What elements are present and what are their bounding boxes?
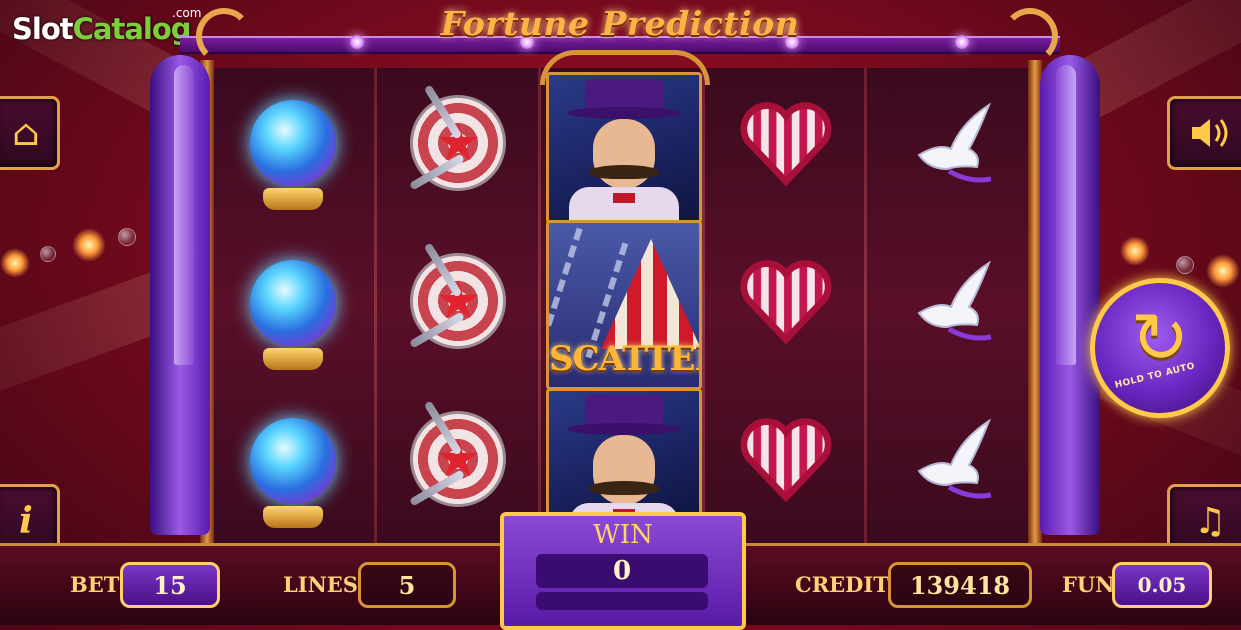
slotcatalog-watermark: SlotCatalog .com bbox=[12, 6, 202, 46]
symbol-scatter: SCATTER bbox=[546, 220, 702, 390]
left-curtain bbox=[140, 55, 220, 535]
top-arch-ornament bbox=[540, 50, 710, 85]
right-curtain bbox=[1030, 55, 1110, 535]
win-sub-bar bbox=[536, 592, 708, 610]
speaker-icon bbox=[1192, 119, 1228, 147]
symbol-crystal-ball bbox=[212, 228, 374, 378]
bet-label: BET bbox=[70, 572, 120, 597]
sound-button[interactable] bbox=[1167, 96, 1241, 170]
bokeh-light bbox=[72, 228, 106, 262]
bokeh-light bbox=[1206, 254, 1240, 288]
home-button[interactable]: ⌂ bbox=[0, 96, 60, 170]
bubble bbox=[118, 228, 136, 246]
bokeh-light bbox=[0, 248, 30, 278]
symbol-white-dove bbox=[868, 68, 1030, 218]
symbol-magician bbox=[546, 388, 702, 518]
music-note-icon: ♫ bbox=[1193, 500, 1227, 542]
symbol-crystal-ball bbox=[212, 68, 374, 218]
symbol-dart-target: ★ bbox=[377, 68, 539, 218]
symbol-striped-heart bbox=[705, 226, 867, 376]
game-title: Fortune Prediction bbox=[440, 4, 800, 43]
symbol-white-dove bbox=[868, 384, 1030, 534]
symbol-striped-heart bbox=[705, 68, 867, 218]
symbol-dart-target: ★ bbox=[377, 226, 539, 376]
win-value: 0 bbox=[536, 554, 708, 588]
win-label: WIN bbox=[593, 520, 653, 550]
bubble bbox=[1176, 256, 1194, 274]
reel-4 bbox=[705, 68, 867, 544]
reel-5 bbox=[868, 68, 1030, 544]
scatter-label: SCATTER bbox=[549, 339, 699, 379]
credit-label: CREDIT bbox=[795, 572, 889, 597]
info-icon: i bbox=[19, 500, 33, 542]
credit-value: 139418 bbox=[888, 562, 1032, 608]
symbol-crystal-ball bbox=[212, 386, 374, 536]
reel-1 bbox=[212, 68, 374, 544]
spin-auto-button[interactable]: ↻ HOLD TO AUTO bbox=[1090, 278, 1230, 418]
bubble bbox=[40, 246, 56, 262]
win-panel: WIN 0 bbox=[500, 512, 746, 630]
fun-label: FUN bbox=[1062, 572, 1115, 597]
reel-2: ★ ★ ★ bbox=[377, 68, 539, 544]
lines-label: LINES bbox=[283, 572, 358, 597]
lines-value[interactable]: 5 bbox=[358, 562, 456, 608]
bet-value[interactable]: 15 bbox=[120, 562, 220, 608]
symbol-magician bbox=[546, 72, 702, 224]
symbol-white-dove bbox=[868, 226, 1030, 376]
bokeh-light bbox=[1120, 236, 1150, 266]
home-icon: ⌂ bbox=[12, 112, 40, 154]
fun-value[interactable]: 0.05 bbox=[1112, 562, 1212, 608]
